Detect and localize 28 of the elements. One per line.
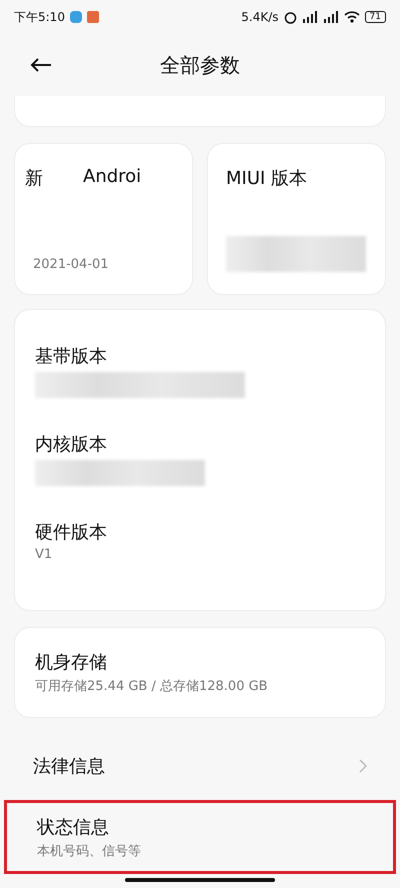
tile-title: 新 [25, 167, 43, 190]
menu-label: 法律信息 [33, 755, 106, 778]
version-label: 基带版本 [35, 345, 108, 368]
tile-title: MIUI 版本 [226, 167, 308, 190]
tile-value: 2021-04-01 [33, 257, 110, 272]
menu-label: 状态信息 [37, 816, 110, 838]
menu-row[interactable]: 状态信息 本机号码、信号等 [4, 800, 396, 874]
status-time: 下午5:10 [14, 8, 65, 26]
signal-icon [302, 11, 318, 23]
menu-subtitle: 本机号码、信号等 [37, 842, 142, 860]
battery-indicator: 71 [364, 11, 386, 23]
version-value: V1 [35, 547, 54, 562]
back-icon[interactable] [30, 57, 52, 73]
menu-row[interactable]: 法律信息 [0, 740, 400, 792]
network-speed: 5.4K/s [241, 10, 279, 24]
version-label: 硬件版本 [35, 521, 108, 544]
info-tile[interactable]: MIUI 版本 [207, 143, 386, 295]
alarm-icon [284, 10, 297, 24]
version-label: 内核版本 [35, 433, 108, 456]
app-notification-icon [86, 11, 99, 23]
storage-label: 机身存储 [35, 651, 108, 674]
app-notification-icon [70, 11, 82, 23]
tile-title: Androi [83, 166, 142, 189]
info-tile[interactable]: 新 Androi 2021-04-01 [14, 143, 193, 295]
page-title: 全部参数 [160, 52, 240, 78]
storage-value: 可用存储25.44 GB / 总存储128.00 GB [35, 678, 269, 695]
wifi-icon [344, 11, 360, 23]
signal-icon [322, 11, 339, 23]
